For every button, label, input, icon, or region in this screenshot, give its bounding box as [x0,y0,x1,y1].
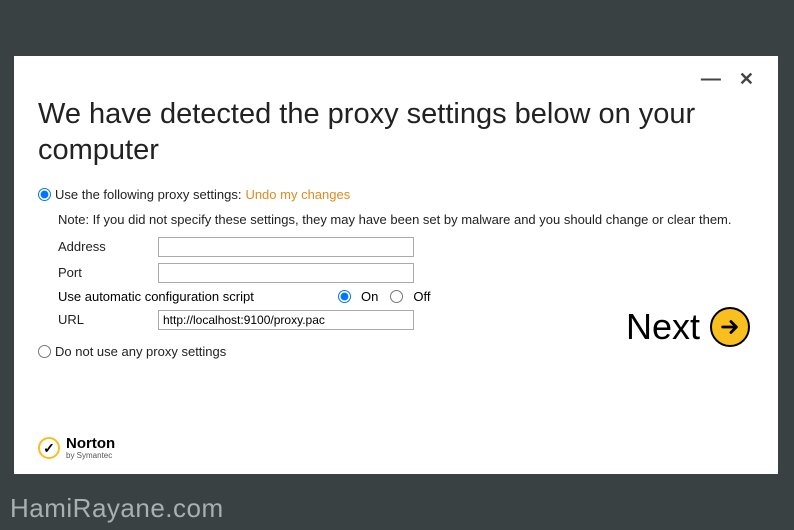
undo-changes-link[interactable]: Undo my changes [245,187,350,202]
proxy-settings-dialog: — ✕ We have detected the proxy settings … [14,56,778,474]
proxy-mode-use-row: Use the following proxy settings: Undo m… [38,187,754,202]
address-label: Address [58,239,158,254]
auto-script-row: Use automatic configuration script On Of… [58,289,754,304]
auto-script-on-label: On [361,289,378,304]
malware-note: Note: If you did not specify these setti… [58,212,754,227]
auto-script-off-label: Off [413,289,430,304]
auto-script-off-radio[interactable] [390,290,403,303]
next-button-label: Next [626,306,700,348]
arrow-right-icon [710,307,750,347]
close-icon[interactable]: ✕ [739,69,754,90]
no-proxy-label: Do not use any proxy settings [55,344,226,359]
norton-logo: ✓ Norton by Symantec [38,436,115,460]
auto-script-on-radio[interactable] [338,290,351,303]
brand-byline: by Symantec [66,452,115,460]
port-row: Port [58,263,754,283]
address-row: Address [58,237,754,257]
watermark-text: HamiRayane.com [10,493,224,524]
url-label: URL [58,312,158,327]
auto-script-label: Use automatic configuration script [58,289,338,304]
url-input[interactable] [158,310,414,330]
page-title: We have detected the proxy settings belo… [38,96,754,169]
use-proxy-label: Use the following proxy settings: [55,187,241,202]
address-input[interactable] [158,237,414,257]
minimize-icon[interactable]: — [701,74,721,84]
next-button[interactable]: Next [626,306,750,348]
use-proxy-radio[interactable] [38,188,51,201]
checkmark-icon: ✓ [38,437,60,459]
titlebar: — ✕ [38,68,754,90]
port-input[interactable] [158,263,414,283]
brand-name: Norton [66,435,115,452]
port-label: Port [58,265,158,280]
no-proxy-radio[interactable] [38,345,51,358]
